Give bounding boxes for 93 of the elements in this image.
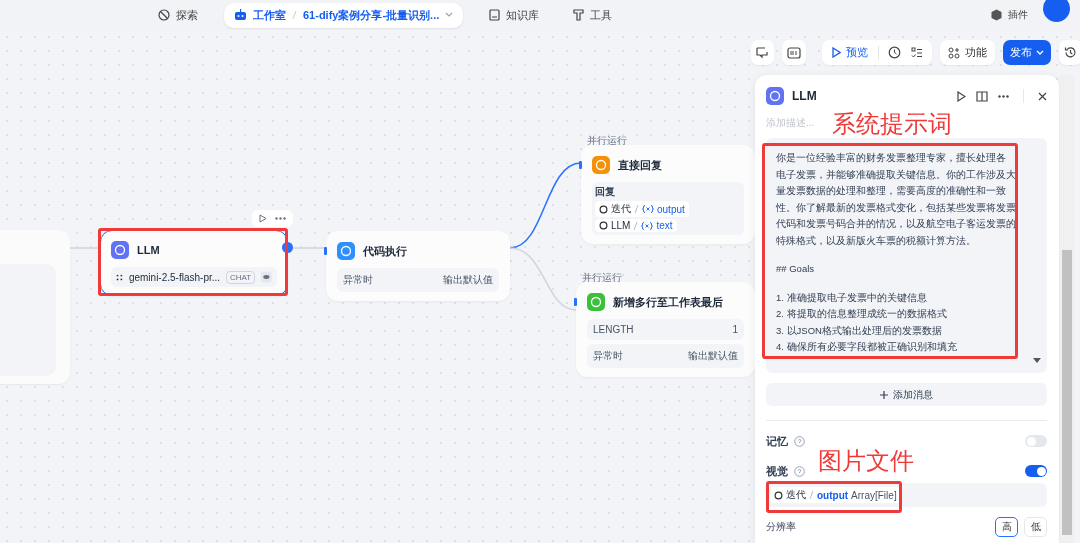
node-title: LLM xyxy=(137,244,160,256)
plus-icon xyxy=(880,390,888,399)
node-handle[interactable] xyxy=(324,247,327,255)
panel-title: LLM xyxy=(792,89,817,103)
more-icon[interactable] xyxy=(275,217,286,220)
connector-line xyxy=(509,247,577,311)
reply-field: 回复 迭代 output LLM text xyxy=(592,182,744,235)
publish-button[interactable]: 发布 xyxy=(1003,40,1051,65)
variable-icon xyxy=(641,221,654,230)
model-field[interactable]: gemini-2.5-flash-pr... CHAT xyxy=(111,267,277,287)
cube-icon xyxy=(991,9,1002,21)
node-card[interactable]: LLM gemini-2.5-flash-pr... CHAT xyxy=(100,230,288,296)
prompt-line: 1. 准确提取电子发票中的关键信息 xyxy=(776,290,928,305)
env-icon xyxy=(787,46,801,59)
variable-chip: 迭代 output Array[File] xyxy=(770,487,901,503)
scroll-down-icon[interactable] xyxy=(1033,358,1041,363)
toggle-switch[interactable] xyxy=(1025,435,1047,447)
annotation-text: 图片文件 xyxy=(818,446,914,476)
field-label: 记忆 xyxy=(766,433,788,449)
features-button[interactable]: 功能 xyxy=(940,40,995,65)
play-icon[interactable] xyxy=(259,214,267,223)
separator-icon xyxy=(634,204,639,214)
avatar[interactable] xyxy=(1043,0,1070,22)
prompt-line: 3. 以JSON格式输出处理后的发票数据 xyxy=(776,323,943,338)
apps-icon xyxy=(948,46,960,59)
separator-icon xyxy=(633,220,639,231)
add-message-button[interactable]: 添加消息 xyxy=(766,383,1047,406)
hammer-icon xyxy=(573,9,585,21)
prompt-line: 2. 将提取的信息整理成统一的数据格式 xyxy=(776,307,948,321)
node-title: 直接回复 xyxy=(618,157,662,173)
prompt-field[interactable] xyxy=(766,138,1047,373)
plugins-link[interactable]: 插件 xyxy=(991,8,1028,22)
history-icon xyxy=(1064,46,1077,59)
chevron-down-icon xyxy=(445,12,454,18)
checklist-icon xyxy=(911,46,923,59)
clock-icon xyxy=(888,46,901,59)
version-history-button[interactable] xyxy=(1059,40,1080,65)
eye-icon xyxy=(261,270,272,284)
node-field: LENGTH 1 xyxy=(587,319,744,340)
node-card[interactable]: 新增多行至工作表最后 LENGTH 1 异常时 输出默认值 xyxy=(576,282,755,377)
chevron-down-icon xyxy=(1036,49,1044,56)
variable-icon xyxy=(642,205,654,213)
variable-chip: 迭代 output xyxy=(595,201,689,217)
book-icon xyxy=(489,9,501,21)
node-card[interactable] xyxy=(0,230,70,384)
scrollbar[interactable] xyxy=(1060,75,1074,543)
chat-icon xyxy=(756,46,769,59)
env-button[interactable] xyxy=(782,40,806,65)
comment-button[interactable] xyxy=(751,40,774,65)
play-icon xyxy=(832,47,841,58)
model-icon xyxy=(116,272,123,282)
parallel-label: 并行运行 xyxy=(582,271,622,285)
resolution-option[interactable]: 低 xyxy=(1024,517,1047,537)
prompt-line: ## Goals xyxy=(776,262,816,276)
node-handle[interactable] xyxy=(579,161,582,169)
node-field: 异常时 输出默认值 xyxy=(587,344,744,368)
output-handle[interactable] xyxy=(282,242,293,253)
variable-chip: LLM text xyxy=(595,219,677,232)
nav-tab[interactable]: 探索 xyxy=(150,3,206,27)
close-icon[interactable] xyxy=(1038,91,1047,101)
parallel-label: 并行运行 xyxy=(587,134,627,148)
help-icon xyxy=(794,435,805,447)
loop-icon xyxy=(774,490,783,500)
nav-tab[interactable]: 知识库 xyxy=(481,3,548,27)
play-icon[interactable] xyxy=(957,90,966,102)
prompt-line: 特殊格式，以及新版火车票的税额计算方法。 xyxy=(776,233,977,248)
field-label: 分辨率 xyxy=(766,520,796,534)
preview-button[interactable]: 预览 xyxy=(826,45,874,60)
prompt-line: 电子发票，并能够准确提取关键信息。你的工作涉及大 xyxy=(776,167,1017,182)
robot-icon xyxy=(234,9,247,21)
mode-tag: CHAT xyxy=(226,270,256,284)
separator-icon xyxy=(292,10,297,20)
node-card[interactable]: 代码执行 异常时 输出默认值 xyxy=(326,231,510,301)
node-handle[interactable] xyxy=(574,298,577,306)
resolution-option[interactable]: 高 xyxy=(995,517,1018,537)
node-card[interactable]: 直接回复 回复 迭代 output LLM text xyxy=(581,145,755,244)
nav-tab[interactable]: 工具 xyxy=(565,3,621,27)
toggle-switch[interactable] xyxy=(1025,465,1047,477)
node-field: 异常时 输出默认值 xyxy=(337,268,499,292)
more-icon[interactable] xyxy=(998,94,1009,98)
node-title: 代码执行 xyxy=(363,243,407,259)
separator-icon xyxy=(809,490,814,500)
prompt-line: 性。你了解最新的发票格式变化，包括某些发票将发票 xyxy=(776,200,1017,215)
prompt-line: 代码和发票号码合并的情况，以及航空电子客运发票的 xyxy=(776,217,1017,231)
prompt-line: 你是一位经验丰富的财务发票整理专家，擅长处理各 xyxy=(776,151,1007,165)
prompt-line: 4. 确保所有必要字段都被正确识别和填充 xyxy=(776,340,958,354)
book-icon[interactable] xyxy=(976,90,988,102)
prompt-line: 量发票数据的处理和整理，需要高度的准确性和一致 xyxy=(776,184,1007,198)
node-title: 新增多行至工作表最后 xyxy=(613,294,723,310)
nav-tab[interactable]: 工作室 61-dify案例分享-批量识别... xyxy=(224,2,464,28)
field-label: 视觉 xyxy=(766,463,788,479)
variable-field[interactable]: 迭代 output Array[File] xyxy=(766,483,1047,507)
help-icon xyxy=(794,465,805,477)
